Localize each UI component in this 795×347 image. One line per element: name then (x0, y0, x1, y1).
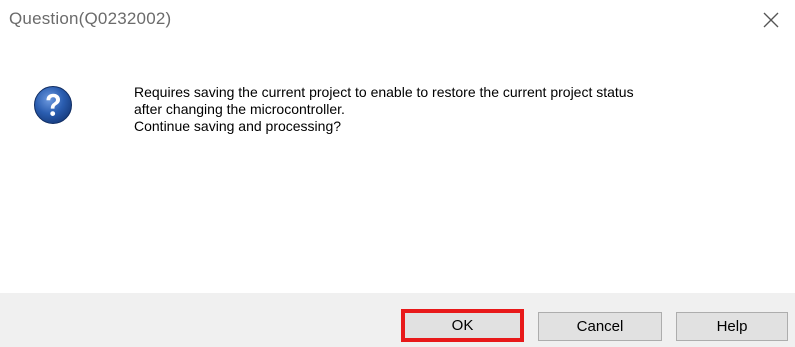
question-dialog: Question(Q0232002) Requires saving the c… (0, 0, 795, 347)
help-button[interactable]: Help (676, 312, 788, 341)
dialog-content: Requires saving the current project to e… (0, 40, 795, 288)
cancel-button[interactable]: Cancel (538, 312, 662, 341)
message-line: Continue saving and processing? (134, 118, 342, 134)
question-icon (34, 86, 72, 124)
title-bar: Question(Q0232002) (0, 0, 795, 40)
close-button[interactable] (749, 0, 795, 40)
close-icon (763, 12, 779, 28)
message-line: Requires saving the current project to e… (134, 84, 634, 100)
button-bar: OK Cancel Help (0, 293, 795, 347)
message-text: Requires saving the current project to e… (134, 84, 784, 135)
dialog-title: Question(Q0232002) (9, 9, 172, 28)
ok-button[interactable]: OK (401, 309, 524, 342)
message-line: after changing the microcontroller. (134, 101, 345, 117)
